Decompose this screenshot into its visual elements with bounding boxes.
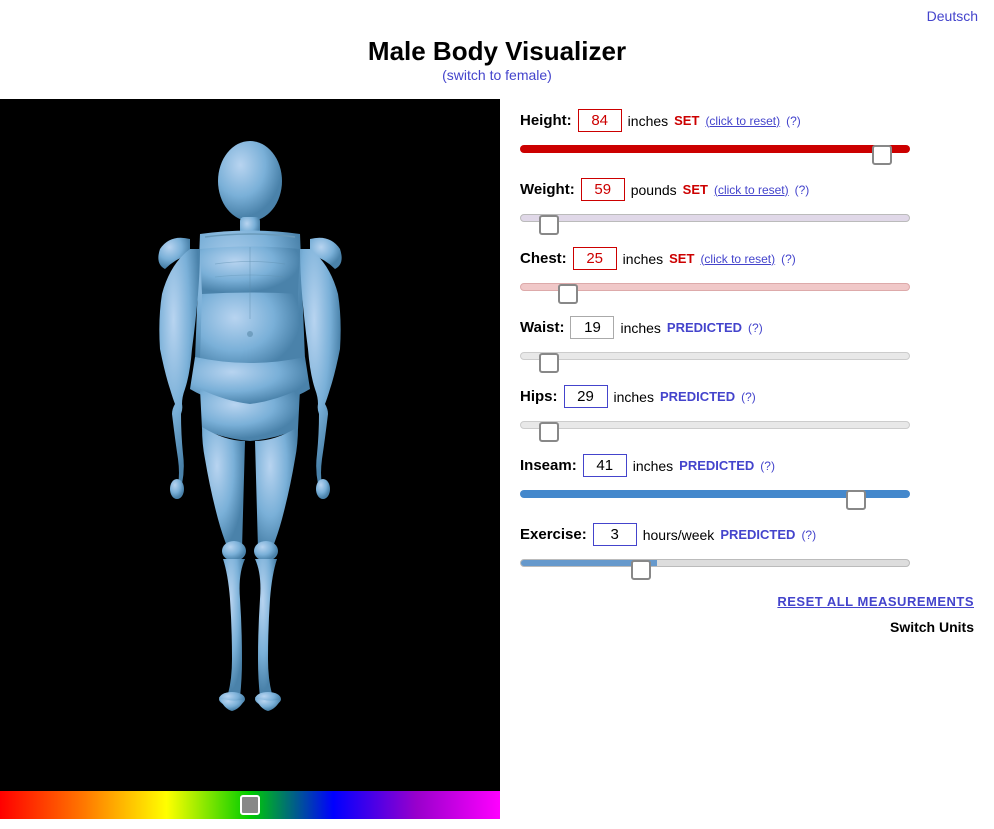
weight-help-link[interactable]: (?) [795, 183, 810, 197]
hips-help-link[interactable]: (?) [741, 390, 756, 404]
chest-set-label: SET [669, 251, 694, 266]
chest-slider[interactable] [520, 276, 910, 298]
inseam-measurement-row: Inseam: inches PREDICTED (?) [520, 454, 974, 505]
chest-help-link[interactable]: (?) [781, 252, 796, 266]
inseam-help-link[interactable]: (?) [760, 459, 775, 473]
color-spectrum-bar[interactable] [0, 791, 500, 819]
weight-slider[interactable] [520, 207, 910, 229]
body-figure-svg [110, 119, 390, 769]
height-unit: inches [628, 113, 668, 129]
weight-set-label: SET [683, 182, 708, 197]
chest-unit: inches [623, 251, 663, 267]
inseam-slider[interactable] [520, 483, 910, 505]
chest-label: Chest: [520, 250, 567, 267]
switch-gender-link[interactable]: (switch to female) [442, 67, 552, 83]
height-label: Height: [520, 112, 572, 129]
hips-label: Hips: [520, 388, 558, 405]
chest-measurement-row: Chest: inches SET (click to reset) (?) [520, 247, 974, 298]
top-right-nav: Deutsch [0, 0, 994, 26]
waist-value-input[interactable] [570, 316, 614, 339]
waist-unit: inches [620, 320, 660, 336]
weight-unit: pounds [631, 182, 677, 198]
body-visualizer-panel [0, 99, 500, 819]
exercise-measurement-row: Exercise: hours/week PREDICTED (?) [520, 523, 974, 574]
hips-unit: inches [614, 389, 654, 405]
color-bar-thumb[interactable] [240, 795, 260, 815]
main-title: Male Body Visualizer [0, 36, 994, 67]
inseam-label: Inseam: [520, 457, 577, 474]
waist-predicted-label: PREDICTED [667, 320, 742, 335]
exercise-predicted-label: PREDICTED [720, 527, 795, 542]
weight-measurement-row: Weight: pounds SET (click to reset) (?) [520, 178, 974, 229]
waist-measurement-row: Waist: inches PREDICTED (?) [520, 316, 974, 367]
height-help-link[interactable]: (?) [786, 114, 801, 128]
waist-help-link[interactable]: (?) [748, 321, 763, 335]
height-value-input[interactable] [578, 109, 622, 132]
reset-all-button[interactable]: RESET ALL MEASUREMENTS [777, 594, 974, 609]
bottom-actions: RESET ALL MEASUREMENTS Switch Units [520, 594, 974, 635]
exercise-help-link[interactable]: (?) [801, 528, 816, 542]
exercise-value-input[interactable] [593, 523, 637, 546]
height-reset-link[interactable]: (click to reset) [705, 114, 780, 128]
chest-reset-link[interactable]: (click to reset) [700, 252, 775, 266]
weight-value-input[interactable] [581, 178, 625, 201]
inseam-unit: inches [633, 458, 673, 474]
waist-label: Waist: [520, 319, 564, 336]
inseam-predicted-label: PREDICTED [679, 458, 754, 473]
page-title: Male Body Visualizer (switch to female) [0, 26, 994, 89]
waist-slider[interactable] [520, 345, 910, 367]
language-link[interactable]: Deutsch [927, 8, 978, 24]
exercise-unit: hours/week [643, 527, 715, 543]
inseam-value-input[interactable] [583, 454, 627, 477]
hips-measurement-row: Hips: inches PREDICTED (?) [520, 385, 974, 436]
controls-panel: Height: inches SET (click to reset) (?) … [500, 99, 994, 819]
weight-label: Weight: [520, 181, 575, 198]
weight-reset-link[interactable]: (click to reset) [714, 183, 789, 197]
switch-units-button[interactable]: Switch Units [890, 619, 974, 635]
hips-predicted-label: PREDICTED [660, 389, 735, 404]
height-set-label: SET [674, 113, 699, 128]
hips-slider[interactable] [520, 414, 910, 436]
height-slider[interactable] [520, 138, 910, 160]
exercise-slider[interactable] [520, 552, 910, 574]
chest-value-input[interactable] [573, 247, 617, 270]
exercise-label: Exercise: [520, 526, 587, 543]
hips-value-input[interactable] [564, 385, 608, 408]
height-measurement-row: Height: inches SET (click to reset) (?) [520, 109, 974, 160]
